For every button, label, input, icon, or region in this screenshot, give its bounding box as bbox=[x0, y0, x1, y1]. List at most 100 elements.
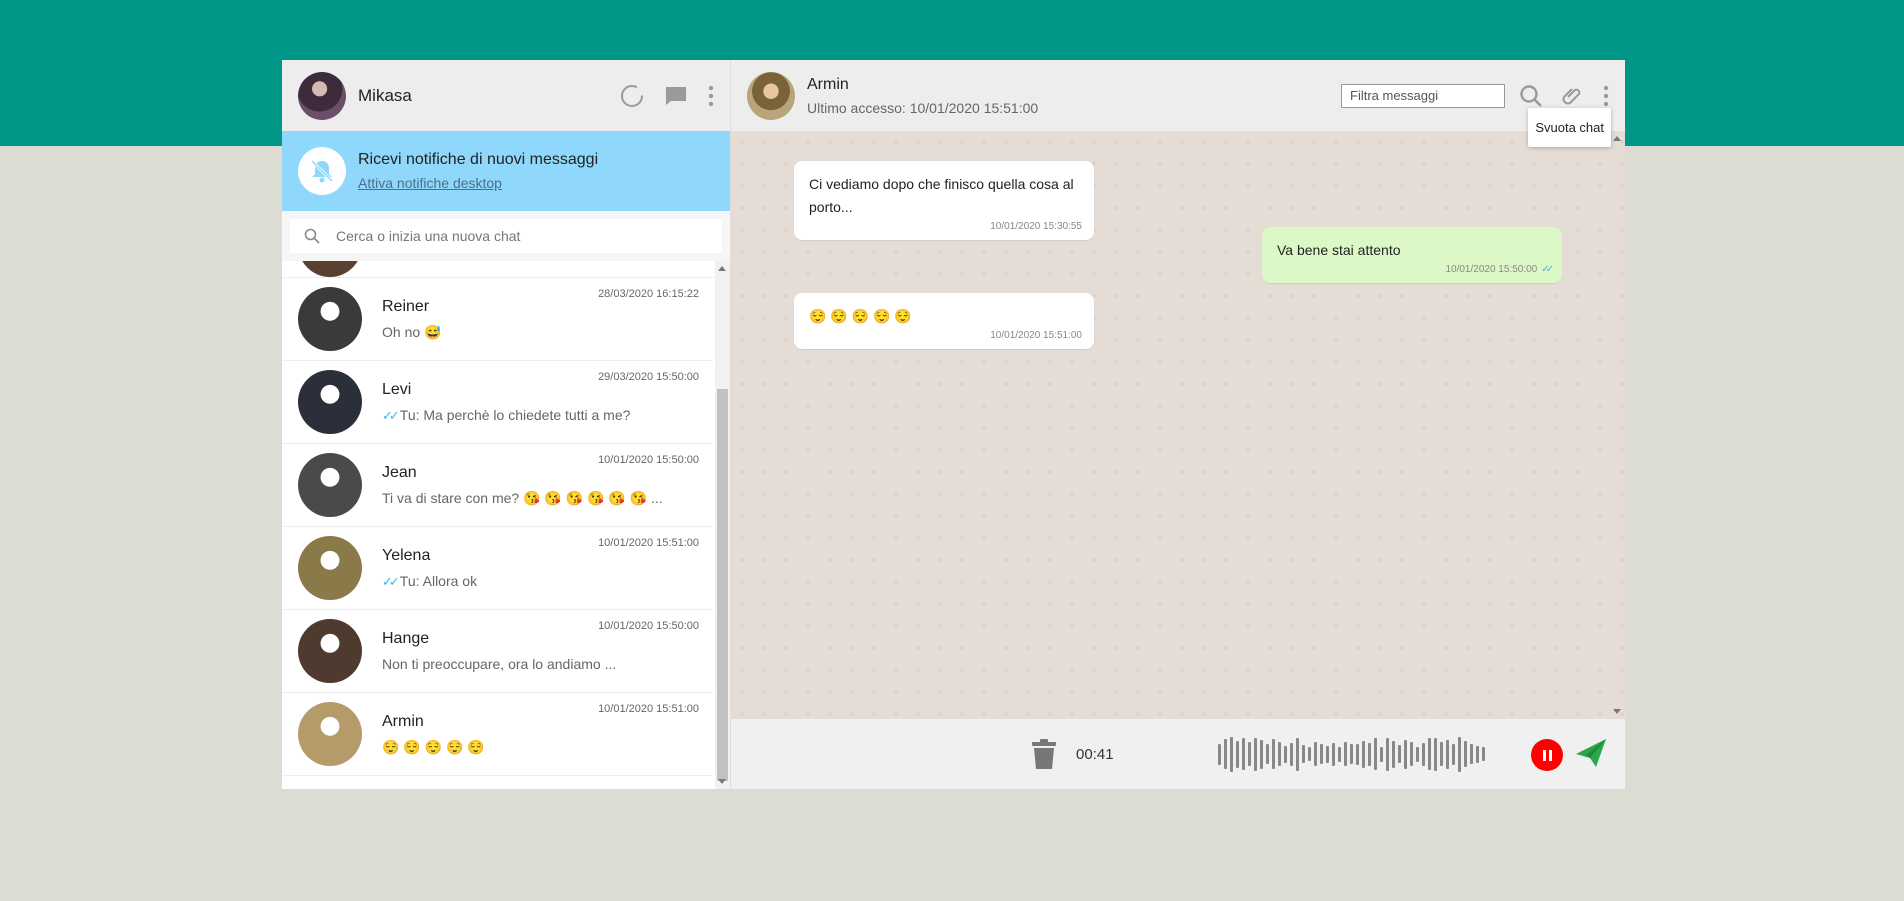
chat-name: Levi bbox=[382, 380, 412, 398]
waveform-bar bbox=[1464, 741, 1467, 767]
message-bubble: Ci vediamo dopo che finisco quella cosa … bbox=[794, 161, 1094, 240]
clear-chat-menu-item[interactable]: Svuota chat bbox=[1528, 108, 1611, 147]
new-chat-icon[interactable] bbox=[664, 84, 688, 108]
list-item[interactable] bbox=[282, 261, 730, 278]
waveform-bar bbox=[1242, 738, 1245, 770]
waveform-bar bbox=[1356, 743, 1359, 765]
waveform-bar bbox=[1470, 744, 1473, 764]
chat-row-jean[interactable]: Jean Ti va di stare con me? 😘 😘 😘 😘 😘 😘 .… bbox=[282, 444, 713, 527]
chat-name: Yelena bbox=[382, 546, 431, 564]
waveform-bar bbox=[1296, 737, 1299, 771]
chat-last-message: Oh no 😅 bbox=[382, 323, 442, 340]
message-text: 😌 😌 😌 😌 😌 bbox=[809, 308, 912, 324]
waveform-bar bbox=[1410, 742, 1413, 766]
filter-messages-input[interactable] bbox=[1341, 83, 1505, 108]
message-bubble: Va bene stai attento 10/01/2020 15:50:00… bbox=[1262, 227, 1562, 283]
chat-time: 29/03/2020 15:50:00 bbox=[598, 371, 699, 383]
chat-last-message: Ti va di stare con me? 😘 😘 😘 😘 😘 😘 ... bbox=[382, 489, 663, 506]
waveform-bar bbox=[1434, 737, 1437, 771]
waveform-bar bbox=[1398, 745, 1401, 763]
waveform-bar bbox=[1416, 746, 1419, 762]
search-icon[interactable] bbox=[1519, 84, 1543, 108]
pause-icon[interactable] bbox=[1531, 739, 1563, 771]
send-icon[interactable] bbox=[1574, 736, 1608, 770]
chat-row-hange[interactable]: Hange Non ti preoccupare, ora lo andiamo … bbox=[282, 610, 713, 693]
waveform-bar bbox=[1332, 742, 1335, 766]
audio-waveform bbox=[1218, 735, 1485, 773]
chat-search-input[interactable] bbox=[334, 227, 708, 245]
waveform-bar bbox=[1224, 739, 1227, 769]
message-text: Ci vediamo dopo che finisco quella cosa … bbox=[809, 176, 1074, 215]
message-area: Ci vediamo dopo che finisco quella cosa … bbox=[731, 131, 1625, 719]
chat-avatar bbox=[298, 453, 362, 517]
waveform-bar bbox=[1446, 739, 1449, 769]
message-time: 10/01/2020 15:50:00 bbox=[1445, 264, 1538, 275]
contact-last-seen: Ultimo accesso: 10/01/2020 15:51:00 bbox=[807, 99, 1039, 116]
chat-time: 10/01/2020 15:51:00 bbox=[598, 703, 699, 715]
trash-icon[interactable] bbox=[1029, 738, 1059, 770]
waveform-bar bbox=[1290, 742, 1293, 766]
attach-icon[interactable] bbox=[1561, 84, 1585, 108]
contact-name: Armin bbox=[807, 75, 849, 93]
chat-name: Armin bbox=[382, 712, 424, 730]
waveform-bar bbox=[1302, 745, 1305, 763]
read-ticks-icon: ✓✓ bbox=[1541, 264, 1554, 275]
enable-notifications-link[interactable]: Attiva notifiche desktop bbox=[358, 175, 598, 191]
chat-row-levi[interactable]: Levi ✓✓ Tu: Ma perchè lo chiedete tutti a … bbox=[282, 361, 713, 444]
my-name: Mikasa bbox=[358, 85, 412, 105]
menu-icon[interactable] bbox=[1603, 85, 1609, 107]
waveform-bar bbox=[1452, 743, 1455, 765]
waveform-bar bbox=[1236, 740, 1239, 768]
waveform-bar bbox=[1230, 736, 1233, 772]
waveform-bar bbox=[1248, 742, 1251, 766]
chat-row-reiner[interactable]: Reiner Oh no 😅 28/03/2020 16:15:22 bbox=[282, 278, 713, 361]
waveform-bar bbox=[1386, 737, 1389, 771]
conversation-header: Armin Ultimo accesso: 10/01/2020 15:51:0… bbox=[731, 60, 1625, 131]
waveform-bar bbox=[1380, 746, 1383, 762]
message-bubble: 😌 😌 😌 😌 😌 10/01/2020 15:51:00 bbox=[794, 293, 1094, 349]
status-icon[interactable] bbox=[620, 84, 644, 108]
waveform-bar bbox=[1260, 739, 1263, 769]
chat-avatar bbox=[298, 702, 362, 766]
sidebar: Mikasa Ricevi notifiche di nuovi messagg… bbox=[282, 60, 731, 789]
chat-last-message: Non ti preoccupare, ora lo andiamo ... bbox=[382, 656, 617, 672]
message-text: Va bene stai attento bbox=[1277, 242, 1401, 258]
waveform-bar bbox=[1404, 739, 1407, 769]
sidebar-header: Mikasa bbox=[282, 60, 730, 131]
notification-banner: Ricevi notifiche di nuovi messaggi Attiv… bbox=[282, 131, 730, 211]
waveform-bar bbox=[1218, 743, 1221, 765]
chat-row-yelena[interactable]: Yelena ✓✓ Tu: Allora ok 10/01/2020 15:51:00 bbox=[282, 527, 713, 610]
chat-time: 28/03/2020 16:15:22 bbox=[598, 288, 699, 300]
waveform-bar bbox=[1284, 745, 1287, 763]
contact-avatar[interactable] bbox=[747, 71, 795, 120]
messages-scrollbar[interactable] bbox=[1610, 131, 1625, 719]
search-icon bbox=[304, 228, 320, 244]
chat-name: Jean bbox=[382, 463, 417, 481]
waveform-bar bbox=[1278, 742, 1281, 766]
waveform-bar bbox=[1392, 740, 1395, 768]
chat-avatar bbox=[298, 536, 362, 600]
chat-avatar bbox=[298, 370, 362, 434]
chat-list-scrollbar[interactable] bbox=[715, 261, 730, 789]
waveform-bar bbox=[1482, 747, 1485, 761]
message-time: 10/01/2020 15:30:55 bbox=[990, 221, 1082, 232]
waveform-bar bbox=[1320, 744, 1323, 764]
chat-name: Hange bbox=[382, 630, 430, 647]
recording-timer: 00:41 bbox=[1076, 746, 1114, 763]
waveform-bar bbox=[1308, 747, 1311, 761]
my-avatar[interactable] bbox=[298, 71, 346, 120]
chat-last-message: Tu: Ma perchè lo chiedete tutti a me? bbox=[399, 406, 631, 423]
chat-search bbox=[282, 211, 730, 261]
bell-off-icon bbox=[298, 147, 346, 195]
waveform-bar bbox=[1350, 744, 1353, 764]
waveform-bar bbox=[1428, 738, 1431, 770]
waveform-bar bbox=[1440, 742, 1443, 766]
menu-icon[interactable] bbox=[708, 85, 714, 107]
waveform-bar bbox=[1458, 736, 1461, 772]
chat-row-armin[interactable]: Armin 😌 😌 😌 😌 😌 10/01/2020 15:51:00 bbox=[282, 693, 713, 776]
message-time: 10/01/2020 15:51:00 bbox=[990, 330, 1082, 341]
conversation-panel: Armin Ultimo accesso: 10/01/2020 15:51:0… bbox=[731, 60, 1625, 789]
read-ticks-icon: ✓✓ bbox=[382, 407, 400, 423]
notification-title: Ricevi notifiche di nuovi messaggi bbox=[358, 151, 599, 168]
voice-recorder-bar: 00:41 bbox=[731, 719, 1625, 789]
